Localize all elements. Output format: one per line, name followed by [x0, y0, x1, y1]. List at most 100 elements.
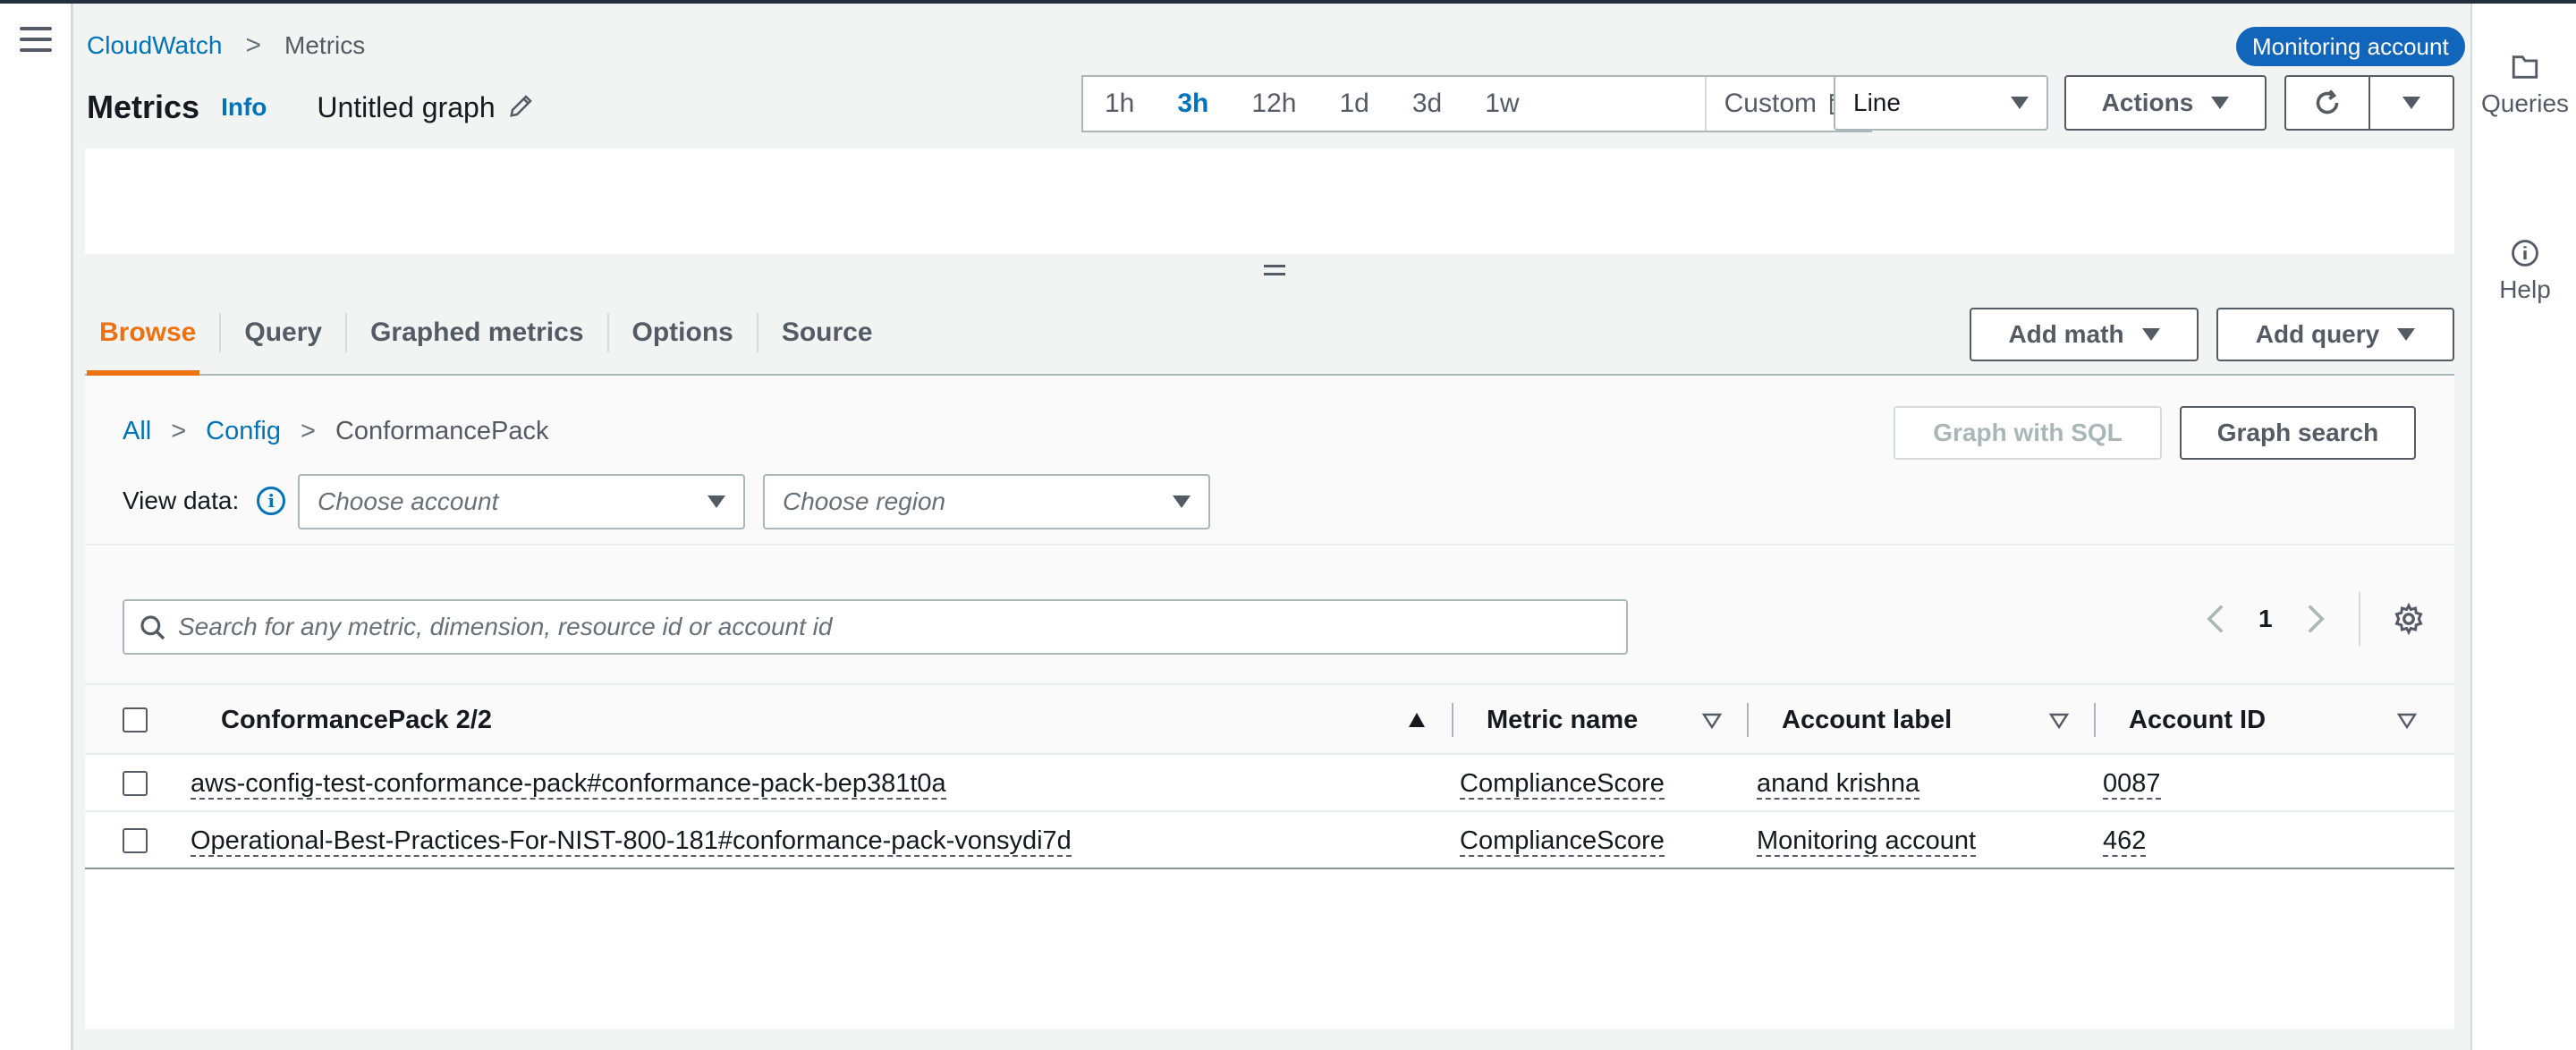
time-range-3h[interactable]: 3h: [1156, 77, 1230, 131]
sort-ascending-icon[interactable]: [1407, 711, 1427, 729]
row-pack-name[interactable]: aws-config-test-conformance-pack#conform…: [191, 769, 946, 800]
cell-wrap: 0087: [2103, 755, 2161, 812]
chart-type-select[interactable]: Line: [1834, 75, 2048, 131]
row-account-label[interactable]: Monitoring account: [1757, 826, 1977, 857]
sort-icon[interactable]: [1702, 713, 1722, 729]
col-metric-name[interactable]: Metric name: [1487, 685, 1638, 755]
row-checkbox[interactable]: [123, 771, 148, 796]
choose-region-select[interactable]: Choose region: [763, 474, 1210, 529]
tab-browse[interactable]: Browse: [87, 313, 219, 352]
refresh-options-button[interactable]: [2368, 75, 2454, 131]
row-checkbox[interactable]: [123, 828, 148, 853]
graph-search-button[interactable]: Graph search: [2180, 406, 2416, 460]
graph-search-label: Graph search: [2216, 419, 2379, 446]
row-metric-name[interactable]: ComplianceScore: [1460, 769, 1665, 800]
left-navigation-rail: [0, 4, 73, 1050]
graph-with-sql-button[interactable]: Graph with SQL: [1894, 406, 2162, 460]
time-range-1w[interactable]: 1w: [1463, 77, 1540, 131]
table-bottom-border: [85, 868, 2454, 869]
table-row[interactable]: aws-config-test-conformance-pack#conform…: [85, 755, 2454, 812]
chevron-left-icon[interactable]: [2205, 603, 2226, 635]
namespace-breadcrumb: All > Config > ConformancePack: [123, 417, 549, 446]
caret-down-icon: [2211, 97, 2230, 109]
tab-source[interactable]: Source: [756, 313, 896, 352]
time-range-1h[interactable]: 1h: [1083, 77, 1156, 131]
view-data-label: View data:: [123, 487, 240, 514]
breadcrumb-conformancepack: ConformancePack: [335, 417, 549, 445]
breadcrumb-config[interactable]: Config: [206, 417, 281, 446]
row-metric-name[interactable]: ComplianceScore: [1460, 826, 1665, 857]
cell-wrap: Operational-Best-Practices-For-NIST-800-…: [191, 812, 1072, 869]
info-icon[interactable]: i: [257, 487, 286, 515]
add-math-button[interactable]: Add math: [1970, 308, 2199, 361]
queries-label: Queries: [2480, 89, 2570, 117]
cell-wrap: 462: [2103, 812, 2147, 869]
resize-handle[interactable]: [1264, 265, 1285, 281]
breadcrumb-cloudwatch[interactable]: CloudWatch: [87, 31, 222, 60]
breadcrumb: CloudWatch > Metrics: [87, 30, 365, 61]
chevron-right-icon[interactable]: [2305, 603, 2326, 635]
col-conformancepack[interactable]: ConformancePack 2/2: [221, 685, 492, 755]
graph-area: [85, 148, 2454, 254]
metric-search-input[interactable]: Search for any metric, dimension, resour…: [123, 599, 1628, 655]
breadcrumb-all[interactable]: All: [123, 417, 151, 446]
main-content: CloudWatch > Metrics Monitoring account …: [76, 4, 2470, 1050]
row-account-id[interactable]: 462: [2103, 826, 2147, 857]
view-data-row: View data: i: [123, 487, 286, 515]
row-account-label[interactable]: anand krishna: [1757, 769, 1920, 800]
caret-down-icon: [1173, 495, 1191, 508]
add-query-button[interactable]: Add query: [2216, 308, 2454, 361]
tab-graphed-metrics[interactable]: Graphed metrics: [345, 313, 606, 352]
table-header: ConformancePack 2/2 Metric name Account …: [85, 685, 2454, 755]
browse-panel: All > Config > ConformancePack Graph wit…: [85, 376, 2454, 1029]
gear-icon[interactable]: [2393, 603, 2425, 635]
table-row[interactable]: Operational-Best-Practices-For-NIST-800-…: [85, 812, 2454, 869]
column-separator: [2094, 703, 2096, 737]
page-number[interactable]: 1: [2258, 605, 2273, 633]
refresh-button[interactable]: [2284, 75, 2370, 131]
row-account-id[interactable]: 0087: [2103, 769, 2161, 800]
cell-wrap: ComplianceScore: [1460, 755, 1665, 812]
search-section: Search for any metric, dimension, resour…: [85, 547, 2454, 685]
pencil-icon[interactable]: [508, 92, 535, 123]
col-account-id[interactable]: Account ID: [2129, 685, 2266, 755]
caret-down-icon: [2397, 328, 2416, 341]
caret-down-icon: [2141, 328, 2160, 341]
graph-name[interactable]: Untitled graph: [317, 91, 495, 124]
cell-wrap: anand krishna: [1757, 755, 1920, 812]
add-query-label: Add query: [2255, 320, 2380, 348]
help-button[interactable]: Help: [2472, 238, 2576, 304]
tab-query[interactable]: Query: [219, 313, 345, 352]
sort-icon[interactable]: [2397, 713, 2417, 729]
tab-options[interactable]: Options: [606, 313, 757, 352]
choose-region-placeholder: Choose region: [783, 487, 946, 515]
actions-button[interactable]: Actions: [2064, 75, 2267, 131]
search-icon: [140, 615, 165, 640]
tabs: Browse Query Graphed metrics Options Sou…: [87, 288, 896, 377]
title-row: Metrics Info Untitled graph: [87, 86, 535, 129]
column-separator: [1747, 703, 1749, 737]
add-math-label: Add math: [2008, 320, 2124, 348]
custom-label: Custom: [1724, 89, 1817, 118]
pager-divider: [2358, 592, 2360, 646]
chevron-right-icon: >: [171, 417, 187, 445]
monitoring-account-badge: Monitoring account: [2236, 27, 2465, 66]
time-range-12h[interactable]: 12h: [1230, 77, 1318, 131]
choose-account-select[interactable]: Choose account: [298, 474, 745, 529]
col-account-label[interactable]: Account label: [1782, 685, 1952, 755]
refresh-icon: [2316, 89, 2339, 114]
select-all-checkbox[interactable]: [123, 707, 148, 732]
chart-type-value: Line: [1853, 89, 1901, 116]
row-pack-name[interactable]: Operational-Best-Practices-For-NIST-800-…: [191, 826, 1072, 857]
queries-button[interactable]: Queries: [2472, 52, 2576, 118]
cell-wrap: Monitoring account: [1757, 812, 1977, 869]
sort-icon[interactable]: [2049, 713, 2069, 729]
time-range-1d[interactable]: 1d: [1318, 77, 1390, 131]
info-link[interactable]: Info: [221, 93, 267, 122]
folder-icon: [2512, 55, 2538, 79]
caret-down-icon: [708, 495, 725, 508]
chevron-right-icon: >: [245, 30, 262, 60]
time-range-3d[interactable]: 3d: [1391, 77, 1463, 131]
menu-icon[interactable]: [20, 27, 52, 55]
browse-filter-section: All > Config > ConformancePack Graph wit…: [85, 376, 2454, 546]
